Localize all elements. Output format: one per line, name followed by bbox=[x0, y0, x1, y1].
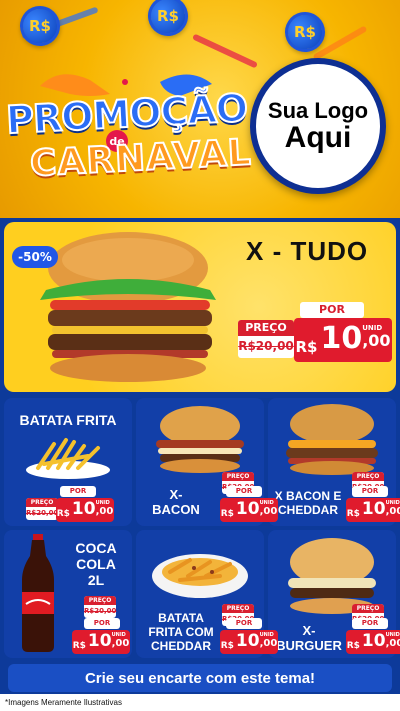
price-integer: 10 bbox=[235, 631, 260, 651]
fries-image bbox=[26, 438, 110, 479]
product-name: BATATA FRITA COM CHEDDAR bbox=[140, 611, 222, 653]
featured-price: R$ 10 UNID ,00 bbox=[294, 318, 392, 362]
currency-symbol: R$ bbox=[220, 509, 234, 519]
old-price: R$20,00 bbox=[26, 509, 59, 517]
currency-symbol: R$ bbox=[346, 641, 360, 651]
price-integer: 10 bbox=[361, 499, 386, 519]
preco-label: PREÇO bbox=[84, 596, 116, 605]
product-price: R$ 10 UNID ,00 bbox=[220, 498, 278, 522]
currency-symbol: R$ bbox=[220, 641, 234, 651]
price-cents: ,00 bbox=[385, 506, 400, 517]
price-integer: 10 bbox=[71, 499, 96, 519]
header-banner: R$ R$ R$ PROMOÇÃO de CARNAVAL Sua Logo A… bbox=[0, 0, 400, 218]
price-integer: 10 bbox=[235, 499, 260, 519]
por-label: POR bbox=[352, 618, 388, 629]
price-cents: ,00 bbox=[259, 506, 278, 517]
product-name: COCA COLA 2L bbox=[64, 540, 128, 588]
product-name: BATATA FRITA bbox=[19, 412, 117, 428]
product-name-line2: BURGUER bbox=[276, 637, 342, 653]
featured-por-label: POR bbox=[300, 302, 364, 318]
burger-x-tudo-image bbox=[40, 232, 216, 382]
discount-badge: -50% bbox=[12, 246, 58, 268]
product-name-line1: X- bbox=[302, 623, 316, 638]
price-integer: 10 bbox=[320, 321, 363, 356]
por-label: POR bbox=[226, 618, 262, 629]
featured-product-name: X - TUDO bbox=[246, 236, 369, 266]
product-name-line2: COLA bbox=[76, 556, 116, 573]
product-price: R$ 10 UNID ,00 bbox=[346, 630, 400, 654]
old-price-tag: PREÇO R$20,00 bbox=[26, 498, 58, 520]
currency-symbol: R$ bbox=[346, 509, 360, 519]
preco-label: PREÇO bbox=[222, 472, 254, 481]
price-integer: 10 bbox=[361, 631, 386, 651]
product-price: R$ 10 UNID ,00 bbox=[56, 498, 114, 522]
create-flyer-button[interactable]: Crie seu encarte com este tema! bbox=[8, 664, 392, 692]
product-name-line2: CHEDDAR bbox=[278, 502, 338, 517]
coin-icon: R$ bbox=[144, 0, 192, 40]
old-price: R$20,00 bbox=[84, 607, 117, 615]
product-name-line1: X BACON E bbox=[274, 489, 342, 503]
old-price-tag: PREÇO R$20,00 bbox=[84, 596, 116, 618]
product-name: X- BACON bbox=[144, 487, 208, 518]
price-cents: ,00 bbox=[385, 638, 400, 649]
price-cents: ,00 bbox=[111, 638, 130, 649]
price-integer: 10 bbox=[87, 631, 112, 651]
currency-symbol: R$ bbox=[56, 509, 70, 519]
price-cents: ,00 bbox=[259, 638, 278, 649]
por-label: POR bbox=[352, 486, 388, 497]
product-name-line1: BATATA bbox=[158, 611, 204, 625]
fries-cheddar-image bbox=[152, 554, 248, 598]
product-name-line1: COCA bbox=[75, 540, 117, 556]
burger-x-bacon-image bbox=[156, 406, 244, 473]
coin-icon: R$ bbox=[16, 2, 64, 50]
product-name-line3: CHEDDAR bbox=[151, 638, 211, 653]
logo-placeholder[interactable]: Sua Logo Aqui bbox=[250, 58, 386, 194]
featured-preco-label: PREÇO bbox=[238, 320, 294, 336]
product-name-line3: 2L bbox=[87, 572, 105, 589]
logo-text-line2: Aqui bbox=[284, 120, 352, 154]
featured-old-price: R$20,00 bbox=[238, 339, 294, 353]
featured-old-price-tag: PREÇO R$20,00 bbox=[238, 320, 294, 358]
preco-label: PREÇO bbox=[26, 498, 58, 507]
promo-title: PROMOÇÃO de CARNAVAL bbox=[4, 85, 254, 192]
currency-symbol: R$ bbox=[295, 338, 318, 356]
disclaimer-text: *Imagens Meramente Ilustrativas bbox=[0, 694, 400, 711]
burger-bacon-cheddar-image bbox=[286, 404, 378, 475]
logo-text-line1: Sua Logo bbox=[267, 97, 369, 123]
preco-label: PREÇO bbox=[352, 472, 384, 481]
por-label: POR bbox=[60, 486, 96, 497]
product-name-line1: X- bbox=[169, 487, 183, 502]
preco-label: PREÇO bbox=[222, 604, 254, 613]
product-price: R$ 10 UNID ,00 bbox=[220, 630, 278, 654]
product-price: R$ 10 UNID ,00 bbox=[346, 498, 400, 522]
preco-label: PREÇO bbox=[352, 604, 384, 613]
product-name-line2: FRITA COM bbox=[148, 624, 214, 639]
por-label: POR bbox=[84, 618, 120, 629]
por-label: POR bbox=[226, 486, 262, 497]
product-name: X BACON E CHEDDAR bbox=[272, 489, 344, 518]
product-name: X- BURGUER bbox=[276, 623, 342, 654]
price-cents: ,00 bbox=[95, 506, 114, 517]
soda-bottle-image bbox=[22, 534, 54, 652]
product-name-line2: BACON bbox=[152, 501, 200, 517]
product-price: R$ 10 UNID ,00 bbox=[72, 630, 130, 654]
promo-title-line2: CARNAVAL bbox=[28, 131, 254, 186]
currency-symbol: R$ bbox=[72, 641, 86, 651]
price-cents: ,00 bbox=[362, 331, 391, 350]
